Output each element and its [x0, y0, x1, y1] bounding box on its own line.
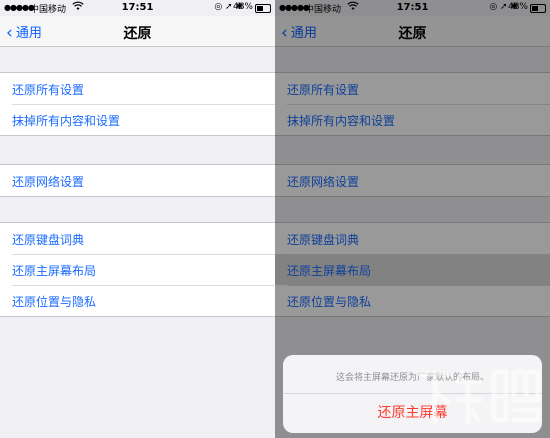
row-label: 还原网络设置 [12, 175, 85, 189]
battery-percent: 48% [232, 2, 253, 12]
reset-network-row[interactable]: 还原网络设置 [0, 165, 275, 196]
row-label: 还原所有设置 [12, 83, 85, 97]
erase-all-content-row[interactable]: 抹掉所有内容和设置 [0, 104, 275, 135]
navigation-bar: ‹ 通用 还原 [0, 16, 275, 47]
status-bar: ●●●●● 中国移动 17:51 ◎ ➚ ✱ 48% [0, 0, 275, 16]
reset-all-settings-row[interactable]: 还原所有设置 [0, 73, 275, 104]
row-label: 还原键盘词典 [12, 233, 85, 247]
row-label: 还原主屏幕布局 [12, 264, 97, 278]
reset-group-3: 还原键盘词典 还原主屏幕布局 还原位置与隐私 [0, 222, 275, 317]
battery-icon [255, 4, 271, 13]
reset-location-privacy-row[interactable]: 还原位置与隐私 [0, 285, 275, 316]
row-label: 抹掉所有内容和设置 [12, 114, 121, 128]
reset-home-layout-row[interactable]: 还原主屏幕布局 [0, 254, 275, 285]
reset-keyboard-row[interactable]: 还原键盘词典 [0, 223, 275, 254]
row-label: 还原位置与隐私 [12, 295, 97, 309]
settings-screen-left: ●●●●● 中国移动 17:51 ◎ ➚ ✱ 48% ‹ 通用 还原 还原所有设置… [0, 0, 275, 438]
reset-group-1: 还原所有设置 抹掉所有内容和设置 [0, 72, 275, 136]
reset-group-2: 还原网络设置 [0, 164, 275, 197]
watermark-logo [414, 358, 542, 432]
page-title: 还原 [123, 26, 152, 42]
